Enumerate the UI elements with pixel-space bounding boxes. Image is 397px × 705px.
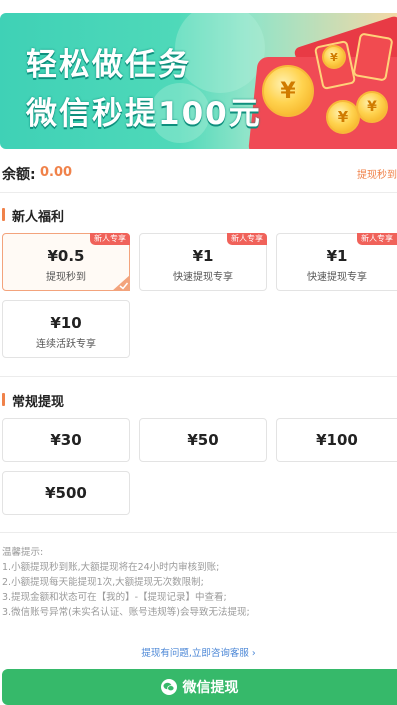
coin-symbol: ¥ bbox=[337, 108, 349, 126]
option-price: ¥1 bbox=[192, 247, 214, 265]
tips-heading: 温馨提示: bbox=[2, 547, 44, 558]
tips-line: 2.小额提现每天能提现1次,大额提现无次数限制; bbox=[2, 577, 204, 588]
withdraw-option-card[interactable]: 新人专享 ¥1 快速提现专享 bbox=[139, 233, 267, 291]
banner-title-line1: 轻松做任务 bbox=[26, 47, 191, 83]
promo-banner[interactable]: ¥ ¥ ¥ ¥ 轻松做任务 微信秒提100元 bbox=[0, 13, 397, 149]
coin-icon: ¥ bbox=[356, 91, 388, 123]
balance-label: 余额: bbox=[2, 167, 36, 183]
coin-icon: ¥ bbox=[322, 45, 346, 69]
withdraw-option-card[interactable]: 新人专享 ¥1 快速提现专享 bbox=[276, 233, 397, 291]
balance-value: 0.00 bbox=[40, 165, 73, 180]
coin-symbol: ¥ bbox=[330, 50, 338, 64]
new-user-tag: 新人专享 bbox=[227, 233, 267, 245]
regular-amount-option[interactable]: ¥30 bbox=[2, 418, 130, 462]
banner-title-line2: 微信秒提100元 bbox=[26, 96, 262, 132]
new-user-tag: 新人专享 bbox=[90, 233, 130, 245]
option-price: ¥10 bbox=[50, 314, 82, 332]
regular-amount-option[interactable]: ¥500 bbox=[2, 471, 130, 515]
withdraw-page: ¥ ¥ ¥ ¥ 轻松做任务 微信秒提100元 余额: 0.00 提现秒到 新人福… bbox=[0, 0, 397, 705]
wechat-withdraw-label: 微信提现 bbox=[182, 680, 239, 696]
tips-line: 3.提现金额和状态可在【我的】-【提现记录】中查看; bbox=[2, 592, 227, 603]
tips-line: 3.微信账号异常(未实名认证、账号违规等)会导致无法提现; bbox=[2, 607, 250, 618]
option-price: ¥1 bbox=[326, 247, 348, 265]
section-title-new-user: 新人福利 bbox=[2, 206, 64, 225]
withdraw-option-card[interactable]: ¥10 连续活跃专享 bbox=[2, 300, 130, 358]
option-price: ¥0.5 bbox=[47, 247, 85, 265]
divider bbox=[0, 376, 397, 377]
balance-row: 余额: 0.00 提现秒到 bbox=[0, 162, 397, 183]
customer-service-link[interactable]: 提现有问题,立即咨询客服 › bbox=[0, 645, 397, 659]
option-desc: 提现秒到 bbox=[46, 272, 86, 283]
new-user-tag: 新人专享 bbox=[357, 233, 397, 245]
coin-symbol: ¥ bbox=[280, 78, 296, 104]
regular-amount-option[interactable]: ¥50 bbox=[139, 418, 267, 462]
selected-check-icon bbox=[112, 275, 130, 291]
coin-symbol: ¥ bbox=[367, 99, 377, 115]
option-desc: 快速提现专享 bbox=[307, 272, 367, 283]
option-desc: 连续活跃专享 bbox=[36, 339, 96, 350]
section-title-regular: 常规提现 bbox=[2, 391, 64, 410]
divider bbox=[0, 532, 397, 533]
wechat-icon bbox=[160, 679, 177, 695]
option-desc: 快速提现专享 bbox=[173, 272, 233, 283]
instant-withdraw-link[interactable]: 提现秒到 bbox=[357, 166, 397, 181]
withdraw-option-card[interactable]: 新人专享 ¥0.5 提现秒到 bbox=[2, 233, 130, 291]
wechat-withdraw-button[interactable]: 微信提现 bbox=[2, 669, 397, 705]
regular-amount-option[interactable]: ¥100 bbox=[276, 418, 397, 462]
divider bbox=[0, 192, 397, 193]
tips-line: 1.小额提现秒到账,大额提现将在24小时内审核到账; bbox=[2, 562, 220, 573]
coin-icon: ¥ bbox=[262, 65, 314, 117]
tips-block: 温馨提示: 1.小额提现秒到账,大额提现将在24小时内审核到账; 2.小额提现每… bbox=[2, 545, 394, 620]
coin-icon: ¥ bbox=[326, 100, 360, 134]
